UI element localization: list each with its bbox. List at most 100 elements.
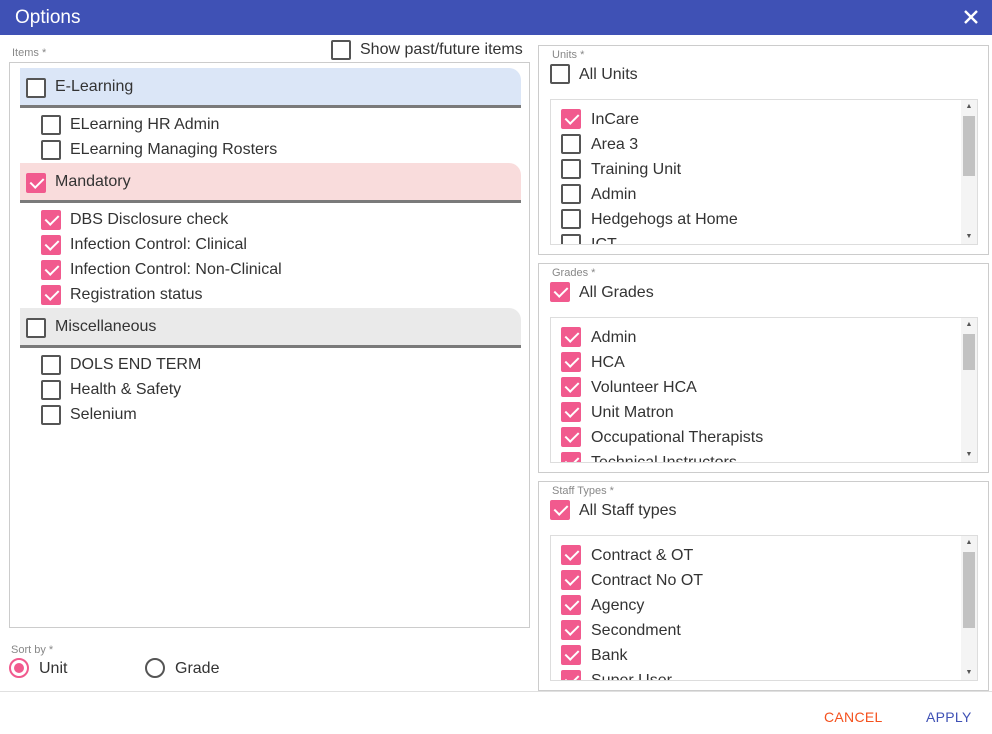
item-checkbox[interactable] — [561, 595, 581, 615]
scroll-thumb[interactable] — [963, 334, 975, 370]
item-label: Bank — [591, 647, 628, 664]
item-label: DBS Disclosure check — [70, 211, 229, 228]
item-label: Training Unit — [591, 161, 682, 178]
item-label: Health & Safety — [70, 381, 182, 398]
group-label-miscellaneous: Miscellaneous — [55, 318, 157, 335]
sort-unit-label: Unit — [39, 660, 68, 677]
group-checkbox-miscellaneous[interactable] — [26, 318, 46, 338]
item-checkbox[interactable] — [561, 452, 581, 462]
dialog-titlebar: Options — [0, 0, 992, 35]
all-staff-types-label: All Staff types — [579, 502, 677, 519]
scroll-thumb[interactable] — [963, 116, 975, 176]
scroll-down-arrow-icon[interactable]: ▼ — [961, 450, 977, 460]
item-label: Admin — [591, 186, 637, 203]
item-checkbox[interactable] — [41, 260, 61, 280]
item-checkbox[interactable] — [561, 134, 581, 154]
cancel-button[interactable]: CANCEL — [824, 709, 883, 725]
staff-types-list[interactable]: Contract & OT Contract No OT Agency Seco… — [550, 535, 978, 681]
staff-types-scrollbar[interactable]: ▲ ▼ — [961, 536, 977, 680]
grades-panel: Grades * All Grades Admin HCA Volunteer … — [538, 263, 989, 473]
scroll-thumb[interactable] — [963, 552, 975, 628]
item-label: Volunteer HCA — [591, 379, 697, 396]
group-label-mandatory: Mandatory — [55, 173, 131, 190]
item-checkbox[interactable] — [41, 115, 61, 135]
scroll-up-arrow-icon[interactable]: ▲ — [961, 538, 977, 548]
item-label: InCare — [591, 111, 640, 128]
item-label: ICT — [591, 236, 617, 245]
item-checkbox[interactable] — [561, 234, 581, 244]
item-checkbox[interactable] — [561, 402, 581, 422]
scroll-down-arrow-icon[interactable]: ▼ — [961, 232, 977, 242]
group-header-mandatory[interactable]: Mandatory — [20, 163, 521, 203]
item-checkbox[interactable] — [561, 645, 581, 665]
item-label: DOLS END TERM — [70, 356, 202, 373]
item-checkbox[interactable] — [561, 159, 581, 179]
grades-list[interactable]: Admin HCA Volunteer HCA Unit Matron Occu… — [550, 317, 978, 463]
item-checkbox[interactable] — [561, 570, 581, 590]
units-label: Units * — [552, 49, 585, 61]
item-label: Agency — [591, 597, 645, 614]
units-scrollbar[interactable]: ▲ ▼ — [961, 100, 977, 244]
item-checkbox[interactable] — [41, 355, 61, 375]
item-checkbox[interactable] — [41, 285, 61, 305]
item-label: HCA — [591, 354, 625, 371]
all-units-checkbox[interactable] — [550, 64, 570, 84]
staff-types-panel: Staff Types * All Staff types Contract &… — [538, 481, 989, 691]
group-checkbox-e-learning[interactable] — [26, 78, 46, 98]
all-staff-types-checkbox[interactable] — [550, 500, 570, 520]
items-panel: E-Learning ELearning HR Admin ELearning … — [9, 62, 530, 628]
item-checkbox[interactable] — [561, 109, 581, 129]
staff-types-label: Staff Types * — [552, 485, 614, 497]
apply-button[interactable]: APPLY — [926, 709, 972, 725]
item-checkbox[interactable] — [561, 670, 581, 680]
units-panel: Units * All Units InCare Area 3 Training… — [538, 45, 989, 255]
dialog-title: Options — [15, 7, 81, 28]
item-checkbox[interactable] — [561, 427, 581, 447]
item-checkbox[interactable] — [561, 620, 581, 640]
show-past-future-label: Show past/future items — [360, 41, 523, 58]
item-checkbox[interactable] — [41, 235, 61, 255]
sort-grade-radio[interactable] — [145, 658, 165, 678]
group-header-miscellaneous[interactable]: Miscellaneous — [20, 308, 521, 348]
item-label: Registration status — [70, 286, 203, 303]
units-list[interactable]: InCare Area 3 Training Unit Admin Hedgeh… — [550, 99, 978, 245]
scroll-down-arrow-icon[interactable]: ▼ — [961, 668, 977, 678]
item-label: Super User — [591, 672, 672, 681]
item-checkbox[interactable] — [561, 352, 581, 372]
items-label: Items * — [12, 47, 47, 59]
item-label: ELearning HR Admin — [70, 116, 220, 133]
item-label: Admin — [591, 329, 637, 346]
scroll-up-arrow-icon[interactable]: ▲ — [961, 320, 977, 330]
grades-scrollbar[interactable]: ▲ ▼ — [961, 318, 977, 462]
all-grades-checkbox[interactable] — [550, 282, 570, 302]
item-checkbox[interactable] — [41, 210, 61, 230]
footer-divider — [0, 691, 992, 692]
item-checkbox[interactable] — [561, 209, 581, 229]
sort-by-label: Sort by * — [11, 644, 54, 656]
item-label: Secondment — [591, 622, 681, 639]
sort-unit-radio[interactable] — [9, 658, 29, 678]
item-label: ELearning Managing Rosters — [70, 141, 278, 158]
item-checkbox[interactable] — [561, 545, 581, 565]
item-label: Contract & OT — [591, 547, 694, 564]
scroll-up-arrow-icon[interactable]: ▲ — [961, 102, 977, 112]
item-checkbox[interactable] — [41, 405, 61, 425]
group-header-e-learning[interactable]: E-Learning — [20, 68, 521, 108]
close-icon[interactable] — [962, 8, 980, 26]
group-checkbox-mandatory[interactable] — [26, 173, 46, 193]
item-label: Technical Instructors — [591, 454, 737, 463]
grades-label: Grades * — [552, 267, 596, 279]
item-checkbox[interactable] — [41, 140, 61, 160]
all-units-label: All Units — [579, 66, 638, 83]
item-label: Infection Control: Non-Clinical — [70, 261, 282, 278]
sort-grade-label: Grade — [175, 660, 220, 677]
show-past-future-checkbox[interactable] — [331, 40, 351, 60]
item-label: Selenium — [70, 406, 137, 423]
item-checkbox[interactable] — [561, 327, 581, 347]
item-checkbox[interactable] — [41, 380, 61, 400]
item-label: Unit Matron — [591, 404, 674, 421]
item-checkbox[interactable] — [561, 377, 581, 397]
item-checkbox[interactable] — [561, 184, 581, 204]
all-grades-label: All Grades — [579, 284, 654, 301]
item-label: Hedgehogs at Home — [591, 211, 738, 228]
